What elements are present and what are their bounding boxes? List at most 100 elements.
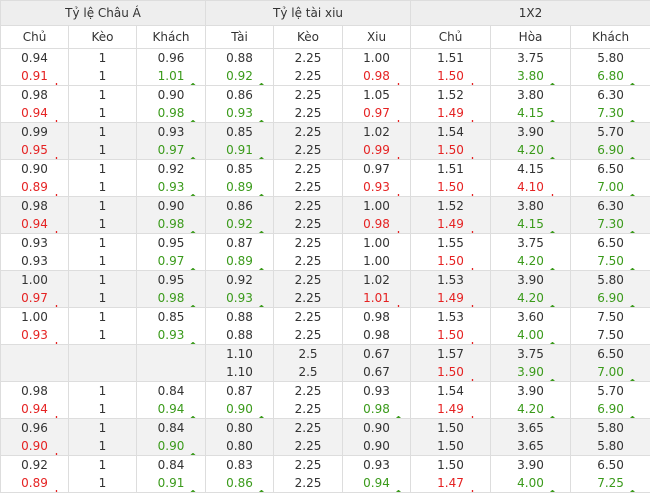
arrow-up-icon: ↑	[628, 227, 637, 234]
opening-odds: 0.67	[343, 345, 410, 363]
arrow-up-icon: ↑	[188, 227, 197, 234]
current-odds: 0.91↑	[137, 474, 205, 492]
odds-value: 4.10	[517, 180, 544, 194]
odds-cell-asian-home: 0.980.94↓	[1, 86, 69, 123]
group-header-row: Tỷ lệ Châu Á Tỷ lệ tài xiu 1X2	[1, 1, 650, 26]
opening-odds: 1	[69, 49, 136, 67]
odds-value: 0.94	[21, 106, 48, 120]
odds-cell-over: 0.920.93↑	[206, 271, 274, 308]
arrow-down-icon: ↓	[468, 486, 477, 493]
odds-value: 6.90	[597, 402, 624, 416]
opening-odds: 1	[69, 308, 136, 326]
column-header-asian-home: Chủ	[1, 26, 69, 49]
arrow-up-icon: ↑	[628, 486, 637, 493]
current-odds: 4.20↑	[491, 400, 570, 418]
opening-odds: 0.93	[343, 382, 410, 400]
odds-value: 1.02	[363, 273, 390, 287]
odds-cell-1x2-away: 5.706.90↑	[571, 382, 650, 419]
odds-cell-under: 1.001.00	[343, 234, 411, 271]
opening-odds: 6.50	[571, 345, 650, 363]
current-odds: 0.93↓	[1, 326, 68, 344]
odds-value: 0.98	[158, 106, 185, 120]
current-odds: 7.50↑	[571, 252, 650, 270]
current-odds: 0.93↓	[343, 178, 410, 196]
odds-cell-1x2-home: 1.501.50	[411, 419, 491, 456]
current-odds: 1.01↑	[137, 67, 205, 85]
odds-value: 1.55	[437, 236, 464, 250]
odds-value: 4.15	[517, 217, 544, 231]
current-odds: 4.15↑	[491, 104, 570, 122]
odds-cell-asian-home: 1.000.93↓	[1, 308, 69, 345]
opening-odds: 2.25	[274, 271, 342, 289]
arrow-down-icon: ↓	[468, 338, 477, 345]
odds-cell-asian-home: 0.960.90↓	[1, 419, 69, 456]
odds-value: 1.50	[437, 421, 464, 435]
odds-value: 0.84	[158, 458, 185, 472]
opening-odds: 1	[69, 234, 136, 252]
arrow-up-icon: ↑	[548, 412, 557, 419]
current-odds: 0.97↑	[137, 252, 205, 270]
table-row: 0.980.94↓110.900.98↑0.860.93↑2.252.251.0…	[1, 86, 650, 123]
current-odds: 2.25	[274, 67, 342, 85]
current-odds: 6.90↑	[571, 289, 650, 307]
odds-value: 0.92	[226, 217, 253, 231]
odds-value: 0.86	[226, 199, 253, 213]
arrow-down-icon: ↓	[468, 264, 477, 271]
opening-odds: 1.51	[411, 160, 490, 178]
odds-value: 2.25	[295, 69, 322, 83]
odds-cell-1x2-draw: 3.604.00↑	[491, 308, 571, 345]
opening-odds: 0.88	[206, 308, 273, 326]
opening-odds: 1.02	[343, 271, 410, 289]
odds-cell-asian-away: 0.961.01↑	[137, 49, 206, 86]
current-odds: 0.91↓	[1, 67, 68, 85]
arrow-up-icon: ↑	[188, 153, 197, 160]
current-odds: 7.30↑	[571, 104, 650, 122]
current-odds: 0.93↑	[137, 178, 205, 196]
odds-value: 1	[99, 439, 107, 453]
odds-value: 0.85	[226, 162, 253, 176]
current-odds: 6.80↑	[571, 67, 650, 85]
current-odds: 5.80	[571, 437, 650, 455]
odds-cell-asian-handicap: 11	[69, 271, 137, 308]
odds-cell-under: 0.930.94↑	[343, 456, 411, 493]
opening-odds: 1.54	[411, 123, 490, 141]
odds-cell-over: 0.830.86↑	[206, 456, 274, 493]
arrow-up-icon: ↑	[257, 79, 266, 86]
opening-odds: 0.96	[1, 419, 68, 437]
odds-cell-1x2-draw: 3.653.65	[491, 419, 571, 456]
opening-odds: 0.84	[137, 456, 205, 474]
odds-value: 2.5	[298, 365, 317, 379]
odds-value: 1.52	[437, 88, 464, 102]
opening-odds: 0.87	[206, 234, 273, 252]
odds-value: 1.00	[363, 199, 390, 213]
opening-odds: 0.92	[137, 160, 205, 178]
odds-cell-total-line: 2.252.25	[274, 160, 343, 197]
odds-cell-under: 0.980.98	[343, 308, 411, 345]
current-odds: 2.25	[274, 474, 342, 492]
current-odds: 0.94↓	[1, 215, 68, 233]
odds-cell-1x2-away: 5.805.80	[571, 419, 650, 456]
odds-value: 2.25	[295, 217, 322, 231]
arrow-down-icon: ↓	[468, 153, 477, 160]
opening-odds: 3.90	[491, 123, 570, 141]
odds-value: 0.97	[158, 143, 185, 157]
odds-value: 2.25	[295, 199, 322, 213]
odds-cell-over: 0.870.89↑	[206, 234, 274, 271]
odds-value: 0.89	[226, 180, 253, 194]
odds-value: 1.05	[363, 88, 390, 102]
odds-cell-over: 0.880.88	[206, 308, 274, 345]
odds-value: 0.94	[158, 402, 185, 416]
odds-cell-under: 0.930.98↑	[343, 382, 411, 419]
odds-cell-1x2-draw: 3.804.15↑	[491, 197, 571, 234]
odds-value: 0.99	[21, 125, 48, 139]
arrow-down-icon: ↓	[52, 79, 61, 86]
odds-value: 2.25	[295, 273, 322, 287]
odds-value: 0.84	[158, 421, 185, 435]
current-odds: 7.00↑	[571, 363, 650, 381]
opening-odds: 0.95	[137, 271, 205, 289]
opening-odds: 3.80	[491, 197, 570, 215]
current-odds: 1.00	[343, 252, 410, 270]
odds-value: 7.30	[597, 106, 624, 120]
table-row: 0.990.95↓110.930.97↑0.850.91↑2.252.251.0…	[1, 123, 650, 160]
odds-cell-asian-home: 1.000.97↓	[1, 271, 69, 308]
